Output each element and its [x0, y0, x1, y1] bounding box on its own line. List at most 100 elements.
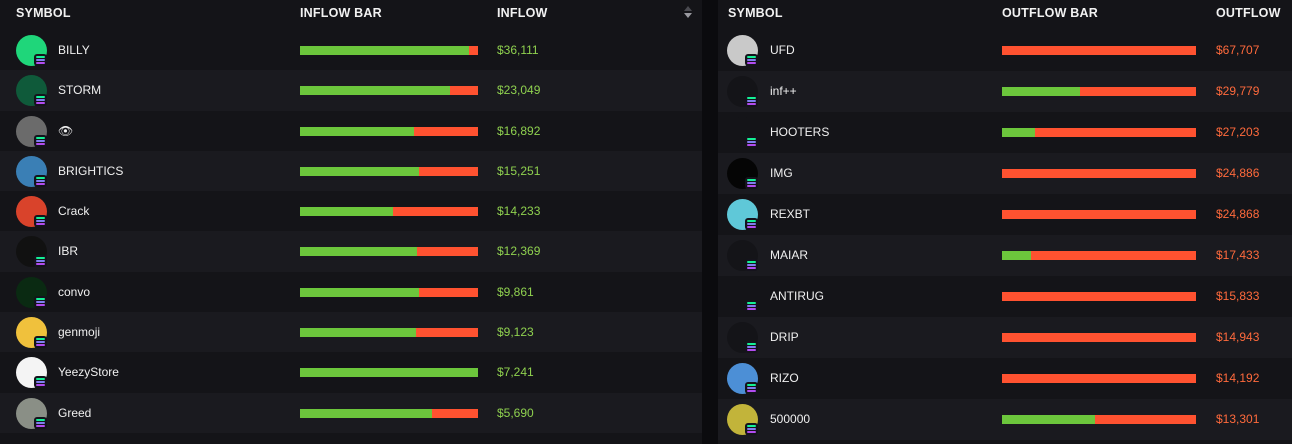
flow-bar	[1002, 210, 1196, 219]
sort-icon[interactable]	[683, 4, 693, 20]
token-avatar	[727, 76, 758, 107]
token-symbol[interactable]: BILLY	[58, 43, 90, 57]
flow-bar-green-segment	[1002, 415, 1095, 424]
outflow-symbol-header[interactable]: SYMBOL	[728, 6, 783, 20]
token-avatar	[727, 199, 758, 230]
inflow-amount-header[interactable]: INFLOW	[497, 6, 548, 20]
solana-chain-icon	[745, 300, 758, 312]
flow-bar	[300, 328, 478, 338]
token-symbol[interactable]: DRIP	[770, 330, 799, 344]
flow-bar-green-segment	[1002, 128, 1035, 137]
table-row[interactable]: BILLY $36,111	[0, 30, 702, 70]
table-row[interactable]: 👁 $16,892	[0, 111, 702, 151]
flow-bar	[1002, 374, 1196, 383]
flow-bar	[300, 408, 478, 418]
token-avatar	[16, 357, 47, 389]
flow-bar-green-segment	[1002, 251, 1031, 260]
flow-amount: $17,433	[1216, 248, 1260, 262]
token-symbol[interactable]: Greed	[58, 406, 91, 420]
table-row[interactable]: RIZO $14,192	[718, 358, 1292, 399]
solana-chain-icon	[34, 336, 47, 349]
token-symbol[interactable]: inf++	[770, 84, 797, 98]
token-symbol[interactable]: IBR	[58, 244, 78, 258]
token-symbol[interactable]: STORM	[58, 83, 101, 97]
token-symbol[interactable]: YeezyStore	[58, 365, 119, 379]
solana-chain-icon	[745, 423, 758, 435]
solana-chain-icon	[745, 95, 758, 107]
solana-chain-icon	[745, 136, 758, 148]
token-symbol[interactable]: 500000	[770, 412, 810, 426]
token-symbol[interactable]: 👁	[58, 124, 73, 138]
flow-amount: $24,868	[1216, 207, 1260, 221]
table-row[interactable]: IBR $12,369	[0, 231, 702, 272]
token-avatar	[727, 158, 758, 189]
flow-bar-green-segment	[300, 46, 469, 55]
token-symbol[interactable]: MAIAR	[770, 248, 808, 262]
table-row[interactable]: STORM $23,049	[0, 70, 702, 111]
token-avatar	[727, 363, 758, 394]
token-symbol[interactable]: genmoji	[58, 325, 100, 339]
outflow-bar-header[interactable]: OUTFLOW BAR	[1002, 6, 1098, 20]
token-symbol[interactable]: UFD	[770, 43, 795, 57]
table-row[interactable]: Crack $14,233	[0, 191, 702, 231]
table-row[interactable]: convo $9,861	[0, 272, 702, 312]
flow-amount: $9,123	[497, 325, 534, 340]
table-row[interactable]: genmoji $9,123	[0, 312, 702, 353]
flow-bar-green-segment	[300, 328, 416, 338]
table-row[interactable]: IMG $24,886	[718, 153, 1292, 194]
token-avatar	[16, 276, 47, 308]
table-row[interactable]: 500000 $13,301	[718, 399, 1292, 440]
table-row[interactable]: UFD $67,707	[718, 30, 1292, 71]
token-symbol[interactable]: REXBT	[770, 207, 810, 221]
token-avatar	[727, 117, 758, 148]
table-row[interactable]: ANTIRUG $15,833	[718, 276, 1292, 317]
flow-amount: $16,892	[497, 123, 541, 138]
outflow-table: SYMBOL OUTFLOW BAR OUTFLOW UFD $67,707 inf…	[718, 0, 1292, 444]
flow-bar	[1002, 415, 1196, 424]
token-avatar	[16, 75, 47, 107]
flow-bar-green-segment	[300, 207, 393, 217]
token-symbol[interactable]: RIZO	[770, 371, 799, 385]
flow-amount: $14,192	[1216, 371, 1260, 385]
flow-bar	[300, 207, 478, 217]
table-row[interactable]: DRIP $14,943	[718, 317, 1292, 358]
table-row[interactable]: MAIAR $17,433	[718, 235, 1292, 276]
solana-chain-icon	[745, 341, 758, 353]
inflow-symbol-header[interactable]: SYMBOL	[16, 6, 71, 20]
token-symbol[interactable]: Crack	[58, 204, 89, 218]
inflow-bar-header[interactable]: INFLOW BAR	[300, 6, 382, 20]
table-row[interactable]: BRIGHTICS $15,251	[0, 150, 702, 192]
outflow-table-header: SYMBOL OUTFLOW BAR OUTFLOW	[718, 0, 1292, 30]
solana-chain-icon	[745, 218, 758, 230]
token-symbol[interactable]: IMG	[770, 166, 793, 180]
table-row[interactable]: HOOTERS $27,203	[718, 112, 1292, 153]
solana-chain-icon	[34, 174, 47, 187]
token-symbol[interactable]: convo	[58, 285, 90, 299]
flow-amount: $23,049	[497, 83, 541, 98]
table-row[interactable]: inf++ $29,779	[718, 71, 1292, 112]
flow-amount: $24,886	[1216, 166, 1260, 180]
token-symbol[interactable]: BRIGHTICS	[58, 164, 123, 178]
token-symbol[interactable]: ANTIRUG	[770, 289, 824, 303]
table-row[interactable]: REXBT $24,868	[718, 194, 1292, 235]
flow-amount: $14,233	[497, 204, 541, 219]
outflow-amount-header[interactable]: OUTFLOW	[1216, 6, 1281, 20]
flow-bar	[1002, 251, 1196, 260]
table-row[interactable]: YeezyStore $7,241	[0, 352, 702, 392]
flow-bar-green-segment	[300, 247, 417, 257]
flow-amount: $12,369	[497, 244, 541, 259]
flow-bar	[300, 46, 478, 55]
solana-chain-icon	[745, 54, 758, 66]
token-avatar	[16, 35, 47, 66]
token-avatar	[16, 317, 47, 349]
flow-bar	[300, 166, 478, 176]
token-symbol[interactable]: HOOTERS	[770, 125, 829, 139]
solana-chain-icon	[34, 94, 47, 107]
token-avatar	[16, 196, 47, 228]
flow-bar-green-segment	[300, 126, 414, 136]
flow-amount: $36,111	[497, 43, 539, 57]
flow-bar	[1002, 333, 1196, 342]
flow-amount: $9,861	[497, 284, 534, 299]
outflow-rows: UFD $67,707 inf++ $29,779 HOOTERS $27,203 IMG $…	[718, 30, 1292, 440]
table-row[interactable]: Greed $5,690	[0, 392, 702, 433]
